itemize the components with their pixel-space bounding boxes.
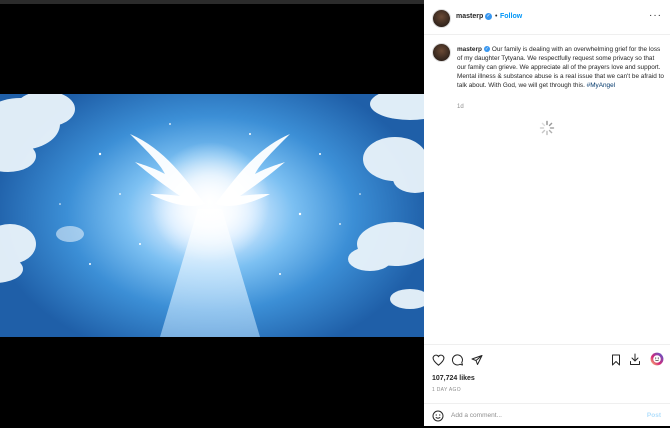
glow: [150, 142, 270, 262]
download-icon[interactable]: [629, 353, 641, 366]
angel-wings-image: [0, 94, 424, 337]
caption: masterp ✓ Our family is dealing with an ov…: [457, 45, 665, 90]
share-icon[interactable]: [471, 354, 483, 366]
caption-text: Our family is dealing with an overwhelmi…: [457, 46, 664, 89]
bookmark-icon[interactable]: [611, 354, 621, 366]
post-actions: 107,724 likes 1 DAY AGO Add a comment...…: [424, 344, 670, 427]
post-header: masterp ✓ • Follow ···: [424, 0, 670, 35]
header-username[interactable]: masterp: [456, 13, 483, 20]
hashtag-link[interactable]: #MyAngel: [587, 82, 615, 89]
post-side-panel: masterp ✓ • Follow ··· masterp ✓ Our famil…: [424, 0, 670, 426]
verified-badge-icon: ✓: [485, 13, 492, 20]
comment-icon[interactable]: [451, 354, 464, 366]
caption-username[interactable]: masterp: [457, 46, 482, 53]
heart-icon[interactable]: [432, 354, 445, 366]
comment-bar: Add a comment... Post: [424, 403, 670, 428]
emoji-icon[interactable]: [650, 352, 664, 366]
post-comment-button[interactable]: Post: [647, 412, 661, 419]
separator: •: [495, 13, 498, 20]
loading-spinner-icon: [539, 120, 555, 136]
post-media[interactable]: [0, 0, 424, 426]
caption-age: 1d: [457, 104, 464, 110]
browser-top-strip: [0, 0, 424, 4]
post-timestamp: 1 DAY AGO: [432, 387, 461, 393]
angel-wings-illustration: [0, 94, 424, 337]
smiley-icon[interactable]: [432, 410, 444, 422]
caption-avatar[interactable]: [432, 43, 451, 62]
avatar[interactable]: [432, 9, 451, 28]
follow-button[interactable]: Follow: [500, 13, 522, 20]
likes-count[interactable]: 107,724 likes: [432, 375, 475, 382]
more-options-icon[interactable]: ···: [649, 10, 662, 21]
comment-input[interactable]: Add a comment...: [451, 412, 502, 419]
verified-badge-icon: ✓: [483, 46, 490, 53]
